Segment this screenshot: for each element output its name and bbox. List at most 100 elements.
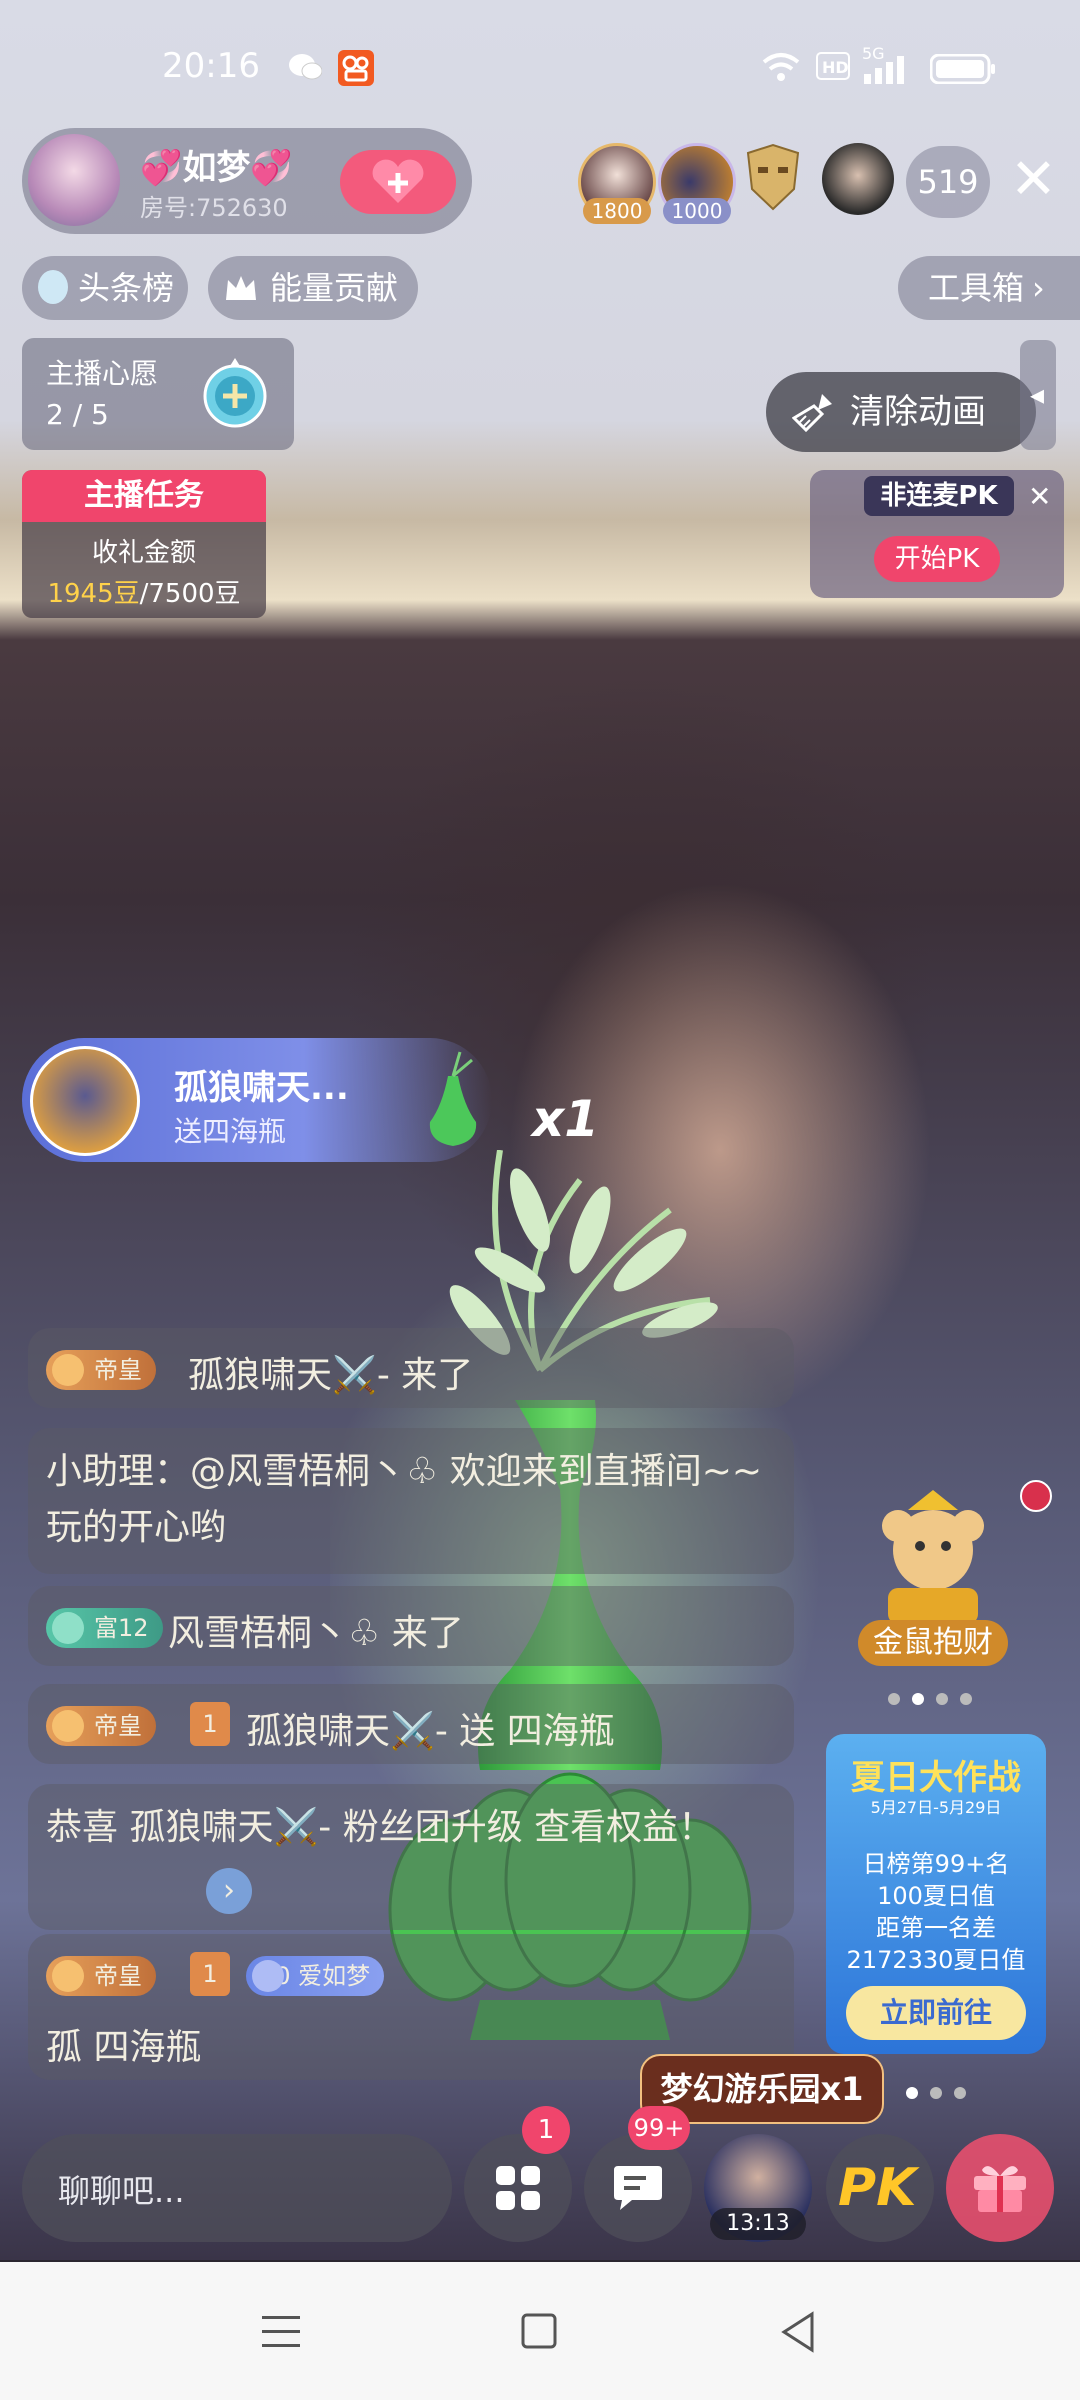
summer-event-dates: 5月27日-5月29日	[870, 1798, 1002, 1817]
viewer-badge-1: 1800	[583, 198, 651, 224]
close-icon[interactable]: ✕	[1010, 152, 1057, 208]
grid-icon	[496, 2166, 540, 2210]
kuaishou-icon	[338, 50, 374, 86]
host-wish-title: 主播心愿	[46, 357, 159, 390]
summer-gap-value: 2172330夏日值	[846, 1946, 1026, 1974]
apps-badge: 1	[522, 2106, 570, 2154]
lucky-mouse-activity[interactable]: 金鼠抱财	[858, 1480, 1008, 1670]
viewer-avatar-1[interactable]: 1800	[578, 143, 656, 224]
chat-message-2[interactable]: 小助理：@风雪梧桐丶♧ 欢迎来到直播间~~ 玩的开心哟	[28, 1428, 794, 1574]
viewer-avatar-2[interactable]: 1000	[658, 143, 736, 224]
chat-message-text: 孤狼啸天⚔️- 来了	[188, 1355, 474, 1396]
gift-multiplier: x1	[532, 1090, 600, 1148]
svg-text:HD: HD	[822, 58, 849, 77]
host-wish-progress: 2 / 5	[46, 398, 109, 431]
gold-mouse-icon	[882, 1490, 984, 1624]
emperor-badge: 帝皇	[46, 1350, 156, 1390]
start-pk-button[interactable]: 开始PK	[874, 536, 1000, 582]
signal-icon	[864, 56, 904, 84]
gift-icon	[974, 2166, 1026, 2212]
pk-button[interactable]: PK	[826, 2134, 934, 2242]
host-task-card[interactable]: 主播任务 收礼金额 1945豆/7500豆	[22, 470, 266, 618]
clear-animation-label: 清除动画	[850, 392, 986, 432]
host-info-card[interactable]: 💞如梦💞 房号:752630	[22, 128, 472, 234]
chat-message-4[interactable]: 帝皇 1 孤狼啸天⚔️- 送 四海瓶	[28, 1684, 794, 1764]
chat-message-3[interactable]: 富12 风雪梧桐丶♧ 来了	[28, 1586, 794, 1666]
vase-gift-icon	[429, 1051, 477, 1146]
chat-input[interactable]: 聊聊吧...	[22, 2134, 452, 2242]
room-number: 房号:752630	[140, 194, 288, 222]
host-task-title: 主播任务	[22, 470, 266, 522]
gifter-avatar	[30, 1046, 140, 1156]
chat-message-text: 小助理：@风雪梧桐丶♧ 欢迎来到直播间~~ 玩的开心哟	[46, 1451, 763, 1548]
chat-input-placeholder: 聊聊吧...	[58, 2172, 185, 2210]
heart-plus-icon	[372, 159, 424, 203]
emperor-badge: 帝皇	[46, 1956, 156, 1996]
host-task-label: 收礼金额	[91, 538, 196, 568]
apps-button[interactable]: 1	[464, 2106, 572, 2242]
side-panel-handle[interactable]: ◂	[1020, 340, 1056, 450]
host-wish-card[interactable]: 主播心愿 2 / 5	[22, 338, 294, 450]
crown-icon	[226, 276, 256, 300]
energy-contribution-tag[interactable]: 能量贡献	[208, 256, 418, 320]
messages-badge: 99+	[628, 2106, 690, 2150]
wish-plus-icon	[203, 358, 267, 428]
broom-icon	[792, 394, 832, 432]
hd-icon: HD	[816, 52, 850, 80]
back-icon[interactable]	[778, 2310, 818, 2354]
chat-message-text: 风雪梧桐丶♧ 来了	[168, 1613, 464, 1654]
view-rights-arrow-icon[interactable]: ›	[206, 1868, 252, 1914]
wifi-icon	[762, 53, 800, 81]
follow-button[interactable]	[340, 150, 456, 214]
toolbox-label: 工具箱	[928, 269, 1025, 307]
viewer-count[interactable]: 519	[906, 146, 990, 218]
home-icon[interactable]	[520, 2312, 560, 2352]
chat-message-1[interactable]: 帝皇 孤狼啸天⚔️- 来了	[28, 1328, 794, 1408]
clear-animation-button[interactable]: 清除动画	[766, 372, 1036, 452]
status-bar: 20:16 HD 5G	[0, 40, 1080, 100]
summer-event-title: 夏日大作战	[851, 1758, 1021, 1798]
lucky-mouse-label: 金鼠抱财	[858, 1620, 1008, 1666]
rank-badge: 1	[190, 1702, 230, 1746]
viewer-avatar-3[interactable]	[742, 143, 804, 215]
droplet-icon	[38, 270, 68, 304]
pk-card[interactable]: 非连麦PK ✕ 开始PK	[810, 470, 1064, 598]
pk-card-title: 非连麦PK	[864, 476, 1014, 516]
pk-label: PK	[838, 2158, 917, 2218]
battery-icon	[930, 54, 995, 84]
carousel-dots-top	[888, 1690, 972, 1709]
messages-button[interactable]: 99+	[584, 2106, 692, 2242]
notification-dot	[1020, 1480, 1052, 1512]
viewer-badge-2: 1000	[663, 198, 731, 224]
caret-left-icon: ◂	[1030, 378, 1045, 411]
gift-button[interactable]	[946, 2134, 1054, 2242]
bottom-action-bar: 聊聊吧... 1 99+ 13:13 PK	[0, 2106, 1080, 2250]
headline-rank-label: 头条榜	[78, 269, 175, 307]
rich-level-badge: 富12	[46, 1608, 163, 1648]
gift-action: 送四海瓶	[174, 1115, 287, 1148]
energy-contribution-label: 能量贡献	[270, 269, 399, 307]
pk-close-icon[interactable]: ✕	[1028, 480, 1051, 513]
task-current-value: 1945豆	[47, 579, 140, 609]
chat-message-text: 恭喜 孤狼啸天⚔️- 粉丝团升级 查看权益！	[46, 1807, 715, 1848]
go-now-button[interactable]: 立即前往	[846, 1986, 1026, 2040]
timer-label: 13:13	[710, 2208, 806, 2240]
timer-avatar-button[interactable]: 13:13	[704, 2134, 812, 2242]
chat-message-text: 孤狼啸天⚔️- 送 四海瓶	[246, 1711, 615, 1752]
viewer-avatar-4[interactable]	[822, 143, 894, 215]
host-name: 💞如梦💞	[140, 148, 293, 188]
chat-message-5[interactable]: 恭喜 孤狼啸天⚔️- 粉丝团升级 查看权益！ ›	[28, 1784, 794, 1930]
rank-badge: 1	[190, 1952, 230, 1996]
headline-rank-tag[interactable]: 头条榜	[22, 256, 188, 320]
menu-icon[interactable]	[262, 2314, 302, 2350]
status-time: 20:16	[162, 46, 260, 86]
summer-event-card[interactable]: 夏日大作战 5月27日-5月29日 日榜第99+名 100夏日值 距第一名差 2…	[826, 1734, 1046, 2054]
summer-gap-label: 距第一名差	[876, 1914, 996, 1942]
fan-club-badge: 10 爱如梦	[246, 1956, 385, 1996]
toolbox-button[interactable]: 工具箱 ›	[898, 256, 1080, 320]
gift-notification-banner: 孤狼啸天... 送四海瓶	[22, 1038, 492, 1162]
gifter-name: 孤狼啸天...	[174, 1068, 349, 1108]
host-avatar[interactable]	[28, 134, 120, 226]
summer-value: 100夏日值	[877, 1882, 995, 1910]
task-target-value: /7500豆	[139, 579, 241, 609]
